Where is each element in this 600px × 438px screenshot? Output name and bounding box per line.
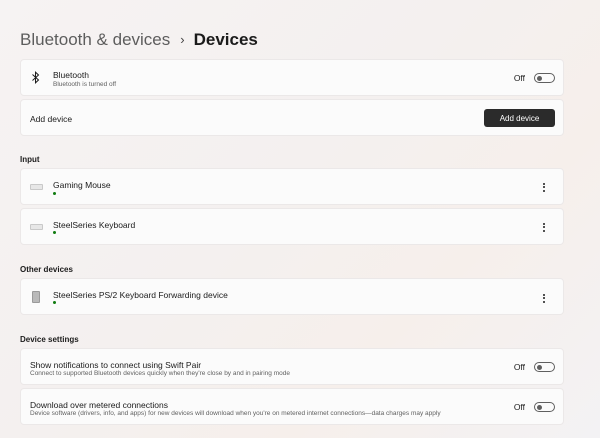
swift-pair-subtitle: Connect to supported Bluetooth devices q… [30, 370, 290, 377]
metered-toggle[interactable] [534, 402, 555, 412]
more-options-icon[interactable] [537, 291, 551, 305]
device-row-steelseries-keyboard[interactable]: SteelSeries Keyboard [20, 208, 564, 245]
device-name: SteelSeries PS/2 Keyboard Forwarding dev… [53, 290, 228, 300]
toggle-knob [537, 364, 542, 370]
swift-pair-toggle-group: Off [514, 362, 555, 372]
page-title: Devices [193, 30, 258, 49]
breadcrumb: Bluetooth & devices › Devices [20, 29, 258, 51]
device-name: Gaming Mouse [53, 180, 111, 190]
swift-pair-toggle[interactable] [534, 362, 555, 372]
add-device-button[interactable]: Add device [484, 109, 555, 127]
metered-toggle-state: Off [513, 402, 525, 412]
more-options-icon[interactable] [537, 220, 551, 234]
chevron-right-icon: › [180, 31, 185, 47]
section-heading-device-settings: Device settings [20, 335, 79, 344]
bluetooth-icon [31, 71, 41, 89]
section-heading-other-devices: Other devices [20, 265, 73, 274]
device-row-ps2-forwarding[interactable]: SteelSeries PS/2 Keyboard Forwarding dev… [20, 278, 564, 315]
connected-status-dot [53, 301, 56, 304]
swift-pair-setting: Show notifications to connect using Swif… [20, 348, 564, 385]
bluetooth-toggle-state: Off [513, 73, 525, 83]
bluetooth-toggle[interactable] [534, 73, 555, 83]
bluetooth-title: Bluetooth [53, 70, 89, 80]
metered-title: Download over metered connections [30, 400, 168, 410]
bluetooth-card: Bluetooth Bluetooth is turned off Off [20, 59, 564, 96]
device-name: SteelSeries Keyboard [53, 220, 136, 230]
connected-status-dot [53, 231, 56, 234]
add-device-card: Add device Add device [20, 99, 564, 136]
toggle-knob [537, 404, 542, 410]
bluetooth-toggle-group: Off [514, 73, 555, 83]
toggle-knob [537, 75, 542, 81]
metered-subtitle: Device software (drivers, info, and apps… [30, 410, 441, 417]
metered-download-setting: Download over metered connections Device… [20, 388, 564, 425]
swift-pair-title: Show notifications to connect using Swif… [30, 360, 202, 370]
breadcrumb-parent-link[interactable]: Bluetooth & devices [20, 30, 170, 50]
more-options-icon[interactable] [537, 180, 551, 194]
section-heading-input: Input [20, 155, 40, 164]
metered-toggle-group: Off [514, 402, 555, 412]
device-row-gaming-mouse[interactable]: Gaming Mouse [20, 168, 564, 205]
swift-pair-toggle-state: Off [513, 362, 525, 372]
add-device-label: Add device [30, 114, 73, 124]
bluetooth-subtitle: Bluetooth is turned off [53, 81, 117, 88]
connected-status-dot [53, 192, 56, 195]
keyboard-icon [30, 224, 43, 230]
device-icon [32, 291, 40, 303]
keyboard-icon [30, 184, 43, 190]
